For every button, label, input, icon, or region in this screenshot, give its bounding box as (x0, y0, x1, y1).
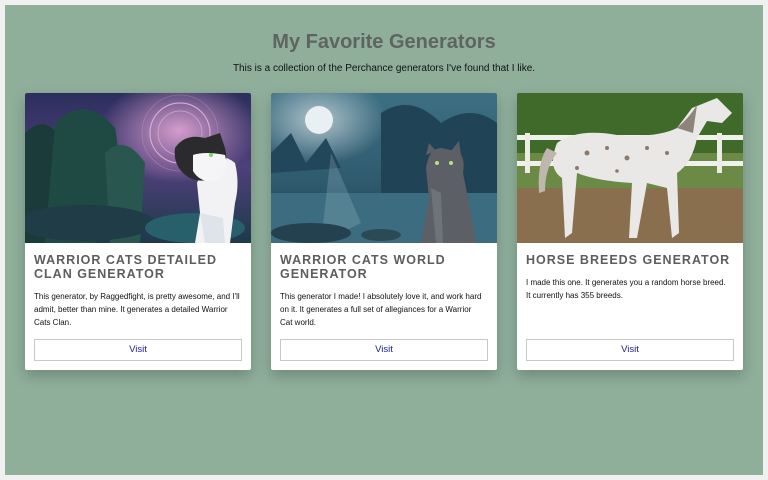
card-description: I made this one. It generates you a rand… (526, 278, 726, 300)
visit-button[interactable]: Visit (280, 339, 488, 361)
visit-button[interactable]: Visit (34, 339, 242, 361)
card-description: This generator I made! I absolutely love… (280, 292, 482, 327)
generator-card: Warrior Cats World Generator This genera… (271, 93, 497, 370)
card-title: Warrior Cats Detailed Clan Generator (34, 253, 218, 281)
card-title: Horse Breeds Generator (526, 253, 731, 267)
page-subtitle: This is a collection of the Perchance ge… (232, 63, 536, 74)
card-image-horse (517, 93, 743, 243)
generator-card: Horse Breeds Generator I made this one. … (517, 93, 743, 370)
visit-button[interactable]: Visit (526, 339, 734, 361)
card-image-warrior-cats-world (271, 93, 497, 243)
page-title: My Favorite Generators (272, 31, 496, 53)
generator-card: Warrior Cats Detailed Clan Generator Thi… (25, 93, 251, 370)
card-title: Warrior Cats World Generator (280, 253, 446, 281)
card-description: This generator, by Raggedfight, is prett… (34, 292, 240, 327)
page-container: My Favorite Generators This is a collect… (5, 5, 763, 475)
card-image-warrior-cats-clan (25, 93, 251, 243)
